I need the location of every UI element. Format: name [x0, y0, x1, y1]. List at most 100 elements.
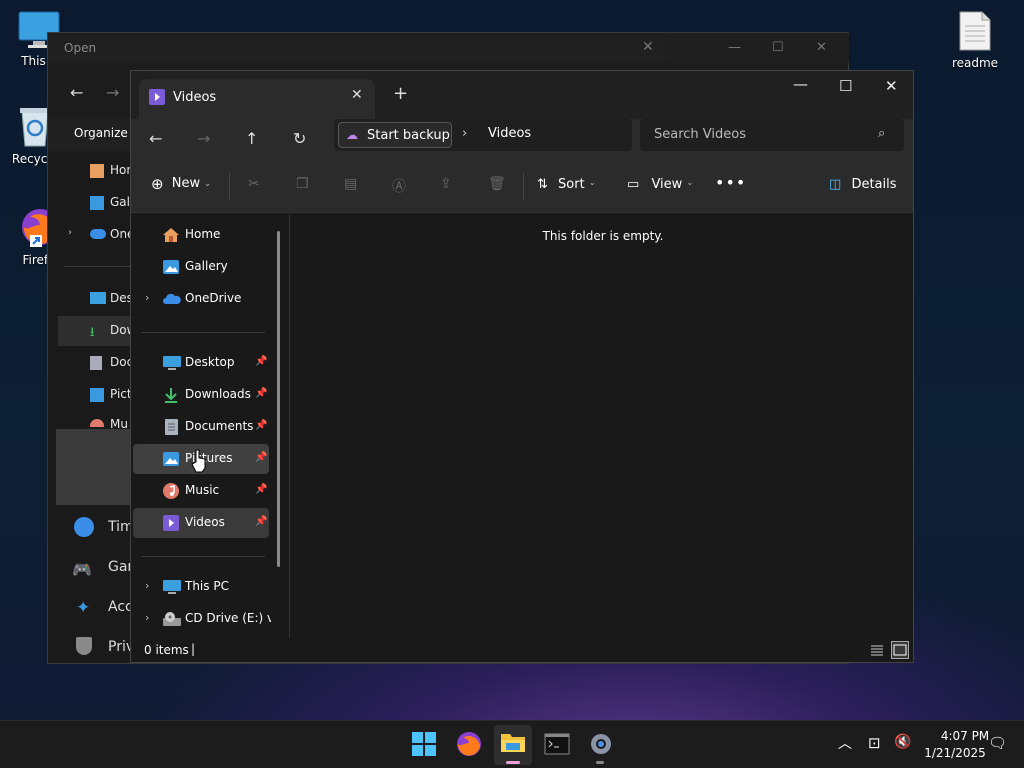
- nav-item-documents[interactable]: Documents 📌: [133, 412, 269, 442]
- navigation-pane: Home Gallery › OneDrive Desktop 📌 Downlo…: [131, 214, 289, 638]
- maximize-icon[interactable]: ☐: [839, 77, 852, 95]
- terminal-icon[interactable]: [543, 730, 571, 758]
- minimize-icon[interactable]: —: [728, 40, 741, 55]
- nav-item-downloads[interactable]: Downloads 📌: [133, 380, 269, 410]
- search-input[interactable]: Search Videos: [654, 127, 746, 142]
- nav-item-desktop[interactable]: Desktop 📌: [133, 348, 269, 378]
- expand-chevron-icon[interactable]: ›: [145, 291, 149, 304]
- pane-divider[interactable]: [289, 214, 290, 638]
- open-dialog-title: Open: [48, 33, 666, 63]
- nav-item-label[interactable]: Mu: [110, 417, 130, 428]
- pin-icon[interactable]: 📌: [255, 452, 267, 463]
- text-file-icon: [959, 11, 991, 51]
- volume-muted-icon[interactable]: 🔇: [894, 734, 911, 750]
- item-count: 0 items: [144, 643, 189, 657]
- expand-chevron-icon[interactable]: ›: [145, 579, 149, 592]
- back-arrow-icon[interactable]: ←: [149, 129, 162, 148]
- document-icon: [165, 419, 178, 435]
- nav-divider: [141, 556, 265, 557]
- open-dialog-window-controls: — ☐ ✕: [666, 33, 849, 63]
- search-box[interactable]: Search Videos ⌕: [640, 119, 904, 151]
- file-explorer-taskbar-button[interactable]: [494, 725, 532, 765]
- accessibility-icon: ✦: [76, 598, 91, 618]
- organize-button[interactable]: Organize: [74, 126, 128, 140]
- nav-item-music[interactable]: Music 📌: [133, 476, 269, 506]
- nav-item-onedrive[interactable]: › OneDrive: [133, 284, 269, 314]
- tab-videos[interactable]: Videos ✕: [139, 79, 375, 119]
- nav-item-label[interactable]: Dow: [110, 323, 130, 337]
- address-bar[interactable]: ☁ Start backup › Videos: [334, 119, 632, 151]
- nav-item-label[interactable]: One: [110, 227, 130, 241]
- open-dialog-toolbar: Organize: [48, 117, 130, 151]
- folder-icon: [501, 734, 525, 752]
- new-tab-icon[interactable]: +: [393, 83, 408, 104]
- nav-pane-scrollbar[interactable]: [277, 231, 280, 567]
- start-backup-button[interactable]: ☁ Start backup: [338, 122, 452, 148]
- paste-icon[interactable]: ▤: [344, 176, 357, 192]
- nav-item-this-pc[interactable]: › This PC: [133, 572, 269, 602]
- cloud-icon: [163, 294, 181, 304]
- copy-icon[interactable]: ❐: [296, 176, 309, 192]
- chevron-up-icon[interactable]: ︿: [838, 733, 852, 753]
- nav-item-videos[interactable]: Videos 📌: [133, 508, 269, 538]
- desktop-icon-readme[interactable]: readme: [940, 10, 1010, 70]
- settings-gear-icon[interactable]: [587, 730, 615, 758]
- back-arrow-icon[interactable]: ←: [70, 83, 83, 102]
- search-icon[interactable]: ⌕: [878, 126, 885, 141]
- breadcrumb-chevron-icon[interactable]: ›: [462, 126, 467, 141]
- minimize-icon[interactable]: —: [793, 75, 808, 93]
- sort-button[interactable]: ⇅ Sort ⌄: [537, 177, 596, 192]
- clock-date[interactable]: 1/21/2025: [920, 746, 990, 760]
- open-dialog-nav-pane: Hon Gall › One Desk ⭳ Dow Doc Pict Mu: [48, 153, 130, 663]
- rename-icon[interactable]: Ⓐ: [392, 176, 406, 196]
- cut-icon[interactable]: ✂: [248, 176, 260, 192]
- forward-arrow-icon[interactable]: →: [197, 129, 210, 148]
- chevron-down-icon: ⌄: [588, 178, 596, 187]
- desktop-icon: [90, 292, 106, 304]
- nav-item-gallery[interactable]: Gallery: [133, 252, 269, 282]
- nav-item-label[interactable]: Pict: [110, 387, 130, 401]
- details-view-toggle-icon[interactable]: [868, 641, 886, 659]
- nav-item-label: OneDrive: [185, 291, 242, 305]
- more-options-icon[interactable]: •••: [715, 173, 746, 192]
- pin-icon[interactable]: 📌: [255, 420, 267, 431]
- nav-item-label[interactable]: Gall: [110, 195, 130, 209]
- shield-icon: [76, 637, 92, 655]
- share-icon[interactable]: ⇪: [440, 176, 452, 192]
- forward-arrow-icon[interactable]: →: [106, 83, 119, 102]
- notifications-icon[interactable]: 🗨: [988, 734, 1007, 752]
- nav-item-label[interactable]: Hon: [110, 163, 130, 177]
- network-icon[interactable]: ⊡: [868, 734, 881, 752]
- nav-item-cd-drive[interactable]: › CD Drive (E:) virt: [133, 604, 273, 634]
- breadcrumb-videos[interactable]: Videos: [488, 126, 531, 141]
- this-pc-icon: [163, 580, 181, 594]
- up-arrow-icon[interactable]: ↑: [245, 129, 258, 148]
- nav-item-home[interactable]: Home: [133, 220, 269, 250]
- pin-icon[interactable]: 📌: [255, 388, 267, 399]
- status-separator: |: [191, 642, 196, 656]
- firefox-taskbar-icon[interactable]: [455, 730, 483, 758]
- nav-item-label[interactable]: Doc: [110, 355, 130, 369]
- start-icon[interactable]: [410, 730, 438, 758]
- tiles-view-toggle-icon[interactable]: [891, 641, 909, 659]
- pin-icon[interactable]: 📌: [255, 356, 267, 367]
- delete-icon[interactable]: 🗑: [488, 176, 506, 192]
- close-icon[interactable]: ✕: [816, 40, 827, 55]
- maximize-icon[interactable]: ☐: [772, 40, 784, 55]
- pin-icon[interactable]: 📌: [255, 484, 267, 495]
- pin-icon[interactable]: 📌: [255, 516, 267, 527]
- new-button[interactable]: ⊕ New ⌄: [151, 175, 211, 193]
- close-icon[interactable]: ✕: [885, 77, 898, 95]
- details-label: Details: [851, 177, 897, 192]
- nav-item-label: Documents: [185, 419, 254, 433]
- open-dialog-close-icon[interactable]: ✕: [642, 39, 654, 55]
- expand-chevron-icon[interactable]: ›: [145, 611, 149, 624]
- nav-item-label[interactable]: Desk: [110, 291, 130, 305]
- tab-close-icon[interactable]: ✕: [351, 87, 363, 103]
- view-icon: ▭: [627, 177, 640, 192]
- refresh-icon[interactable]: ↻: [293, 129, 306, 148]
- details-button[interactable]: ◫ Details: [829, 177, 897, 192]
- expand-chevron-icon[interactable]: ›: [68, 227, 72, 238]
- home-icon: [90, 164, 104, 178]
- view-button[interactable]: ▭ View ⌄: [627, 177, 693, 192]
